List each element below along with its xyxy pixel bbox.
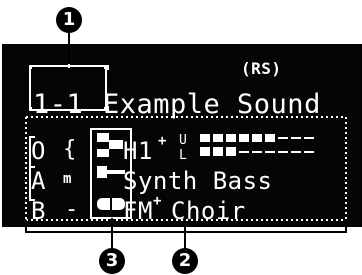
- annotation-overlay: [25, 33, 347, 250]
- split-icon: [97, 133, 123, 157]
- callout-3: 3: [99, 248, 125, 274]
- program-number-bracket: [29, 65, 109, 111]
- bracket-left: [29, 67, 32, 109]
- full-key-icon: [97, 198, 125, 210]
- level-meter-upper: [200, 134, 314, 142]
- part-tree-connector: [29, 136, 35, 201]
- layer-key-icon: [97, 166, 125, 178]
- callout-2: 2: [172, 248, 198, 274]
- bracket-right: [104, 67, 107, 109]
- level-meter-lower: [200, 147, 314, 156]
